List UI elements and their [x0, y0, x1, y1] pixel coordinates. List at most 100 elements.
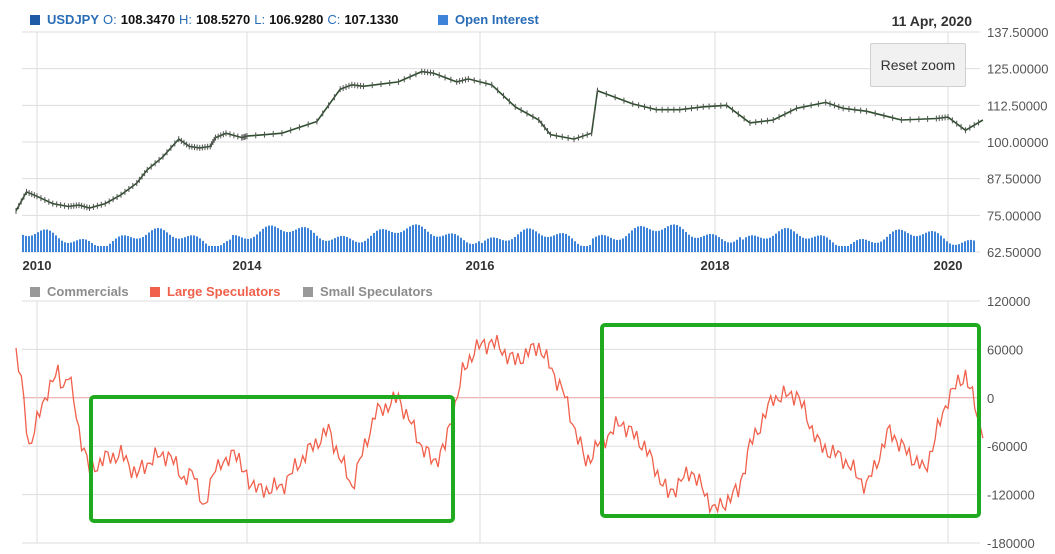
open-interest-bar	[970, 239, 972, 252]
open-interest-bar	[361, 242, 363, 252]
open-interest-bar	[157, 228, 159, 252]
open-interest-bar	[664, 227, 666, 252]
reset-zoom-button[interactable]: Reset zoom	[870, 43, 966, 87]
open-interest-bar	[214, 246, 216, 252]
open-interest-bar	[232, 234, 234, 252]
high-label: H:	[179, 12, 192, 27]
open-interest-bar	[106, 245, 108, 252]
low-value: 106.9280	[269, 12, 324, 27]
open-interest-bar	[769, 237, 771, 252]
open-interest-bar	[343, 236, 345, 252]
commercials-label: Commercials	[47, 284, 129, 299]
open-interest-bar	[922, 234, 924, 252]
open-interest-bar	[49, 230, 51, 252]
open-interest-bar	[430, 234, 432, 252]
open-interest-bar	[424, 229, 426, 252]
open-interest-bar	[580, 245, 582, 252]
open-interest-bar	[412, 224, 414, 252]
symbol-label[interactable]: USDJPY	[47, 12, 99, 27]
open-interest-bar	[400, 232, 402, 252]
open-interest-bar	[352, 240, 354, 252]
open-interest-bar	[799, 236, 801, 252]
open-interest-bar	[43, 229, 45, 252]
open-interest-bar	[415, 224, 417, 252]
open-interest-bar	[673, 224, 675, 252]
open-interest-bar	[295, 229, 297, 252]
cot-legend-commercials[interactable]: Commercials	[30, 284, 129, 299]
open-interest-bar	[463, 240, 465, 252]
open-interest-bar	[577, 243, 579, 252]
open-interest-bar	[946, 241, 948, 252]
open-interest-bar	[547, 237, 549, 252]
open-interest-bar	[253, 236, 255, 252]
open-interest-bar	[484, 240, 486, 252]
open-interest-bar	[802, 237, 804, 252]
open-interest-bar	[436, 236, 438, 252]
open-interest-bar	[655, 231, 657, 252]
close-value: 107.1330	[344, 12, 399, 27]
open-interest-bar	[169, 234, 171, 252]
open-interest-bar	[583, 246, 585, 252]
price-y-tick-label: 87.50000	[987, 172, 1041, 187]
spec-y-tick-label: 0	[987, 391, 994, 406]
open-interest-bar	[565, 233, 567, 252]
small-speculators-label: Small Speculators	[320, 284, 433, 299]
open-interest-bar	[481, 242, 483, 252]
open-interest-bar	[865, 239, 867, 252]
open-interest-bar	[298, 228, 300, 252]
open-interest-bar	[217, 246, 219, 252]
open-interest-bar	[172, 236, 174, 252]
open-interest-bar	[100, 246, 102, 252]
open-interest-bar	[847, 245, 849, 252]
open-interest-bar	[307, 228, 309, 252]
open-interest-bar	[733, 241, 735, 252]
open-interest-bar	[829, 239, 831, 252]
open-interest-bar	[823, 235, 825, 252]
open-interest-bar	[808, 238, 810, 252]
open-interest-bar	[571, 238, 573, 252]
open-interest-bar	[811, 237, 813, 252]
open-interest-bar	[934, 231, 936, 252]
open-interest-bar	[139, 238, 141, 252]
price-y-tick-label: 62.50000	[987, 245, 1041, 260]
open-interest-bar	[304, 227, 306, 252]
open-interest-bar	[646, 227, 648, 252]
open-interest-bar	[310, 230, 312, 252]
cot-legend-small-speculators[interactable]: Small Speculators	[303, 284, 433, 299]
open-interest-bar	[229, 239, 231, 252]
open-interest-bar	[940, 235, 942, 252]
open-interest-bar	[112, 241, 114, 252]
price-y-tick-label: 75.00000	[987, 208, 1041, 223]
open-interest-bar	[700, 237, 702, 252]
open-interest-bar	[445, 234, 447, 252]
open-interest-bar	[508, 240, 510, 252]
open-interest-bar	[133, 238, 135, 252]
cot-legend-large-speculators[interactable]: Large Speculators	[150, 284, 280, 299]
open-interest-bar	[535, 231, 537, 252]
open-interest-bar	[538, 233, 540, 252]
open-interest-bar	[958, 244, 960, 252]
open-interest-bar	[403, 230, 405, 252]
open-interest-bar	[919, 235, 921, 252]
open-interest-bar	[469, 243, 471, 252]
open-interest-bar	[286, 232, 288, 252]
price-series-swatch	[30, 14, 40, 25]
open-interest-bar	[76, 240, 78, 252]
open-interest-bar	[616, 239, 618, 252]
open-interest-bar	[223, 243, 225, 252]
open-interest-bar	[148, 232, 150, 252]
open-interest-bar	[292, 230, 294, 252]
open-interest-bar	[691, 236, 693, 252]
open-interest-bar	[805, 238, 807, 252]
open-interest-legend[interactable]: Open Interest	[438, 12, 539, 27]
open-interest-bar	[523, 229, 525, 252]
open-interest-bar	[442, 235, 444, 252]
open-interest-bar	[259, 231, 261, 252]
open-interest-bar	[751, 235, 753, 252]
open-interest-bar	[385, 229, 387, 252]
open-interest-bar	[145, 234, 147, 252]
open-interest-bar	[913, 235, 915, 252]
open-interest-bar	[859, 239, 861, 252]
open-interest-bar	[337, 236, 339, 252]
open-interest-label: Open Interest	[455, 12, 539, 27]
